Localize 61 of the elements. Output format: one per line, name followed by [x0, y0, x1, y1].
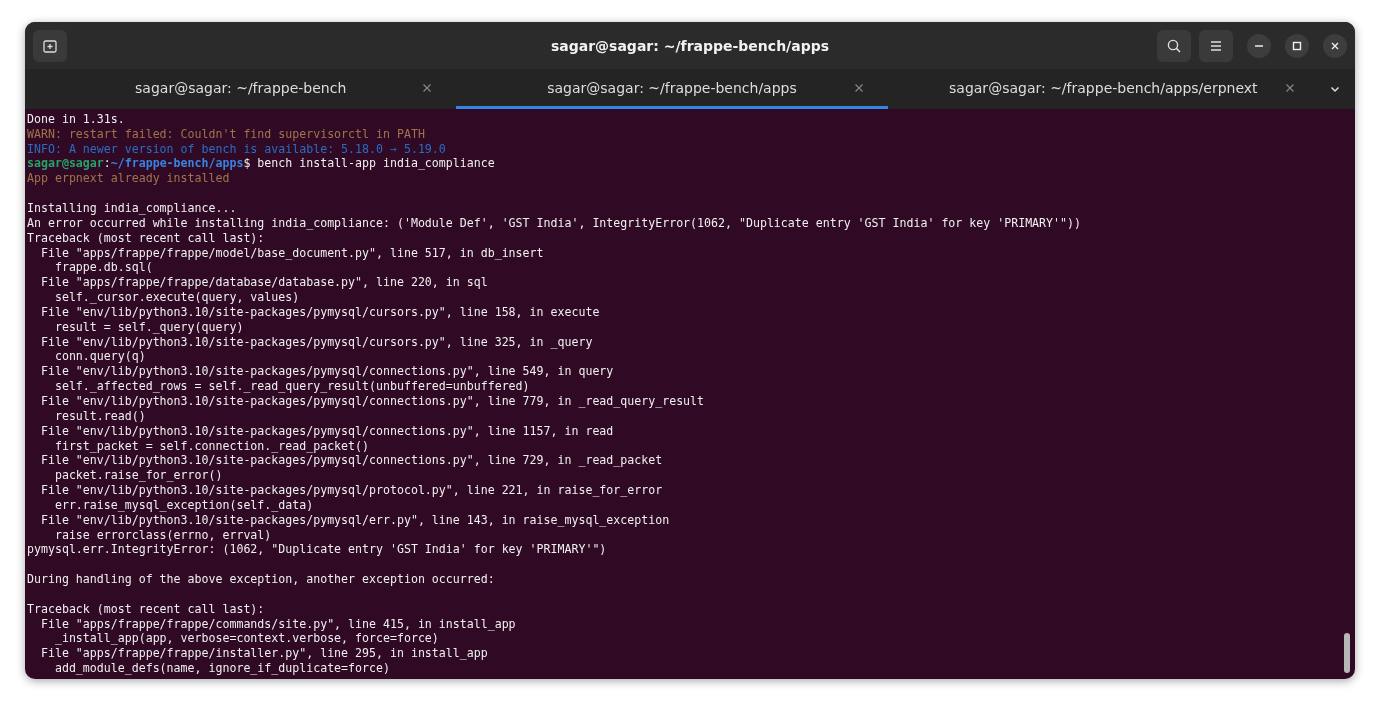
output-line: During handling of the above exception, another exception occurred: — [27, 572, 495, 587]
output-line: raise errorclass(errno, errval) — [53, 527, 272, 542]
minimize-icon — [1255, 44, 1263, 47]
output-line: File "env/lib/python3.10/site-packages/pymysql/connections.py", line 1157, in read — [39, 423, 614, 438]
output-line: add_module_defs(name, ignore_if_duplicate=force) — [53, 661, 390, 676]
output-line: File "env/lib/python3.10/site-packages/pymysql/cursors.py", line 158, in execute — [39, 304, 600, 319]
output-line: _install_app(app, verbose=context.verbose, force=force) — [53, 631, 439, 646]
output-line: File "apps/frappe/frappe/installer.py", line 295, in install_app — [39, 646, 488, 661]
output-line: File "env/lib/python3.10/site-packages/pymysql/connections.py", line 779, in _read_query_result — [39, 393, 705, 408]
output-line: err.raise_mysql_exception(self._data) — [53, 497, 314, 512]
menu-button[interactable] — [1199, 29, 1233, 62]
output-line: Done in 1.31s. — [27, 111, 125, 126]
menu-icon — [1209, 38, 1223, 53]
output-line: File "apps/frappe/frappe/database/database.py", line 220, in sql — [39, 275, 488, 290]
tab-close-icon[interactable] — [853, 82, 864, 93]
prompt-command: $ bench install-app india_compliance — [243, 156, 495, 171]
output-line: Installing india_compliance... — [27, 201, 237, 215]
output-line: first_packet = self.connection._read_packet() — [53, 438, 370, 453]
new-tab-button[interactable] — [33, 29, 67, 62]
maximize-button[interactable] — [1285, 33, 1309, 58]
output-line: Traceback (most recent call last): — [27, 230, 265, 245]
output-line: Traceback (most recent call last): — [27, 601, 265, 616]
new-tab-icon — [42, 37, 58, 54]
output-line: packet.raise_for_error() — [53, 468, 223, 483]
output-line: WARN: restart failed: Couldn't find supervisorctl in PATH — [27, 126, 425, 141]
output-line: File "apps/frappe/frappe/commands/site.py", line 415, in install_app — [39, 616, 516, 631]
output-line: self._affected_rows = self._read_query_result(unbuffered=unbuffered) — [53, 379, 530, 394]
output-line: File "env/lib/python3.10/site-packages/pymysql/cursors.py", line 325, in _query — [39, 334, 593, 349]
tab-label: sagar@sagar: ~/frappe-bench/apps/erpnext — [949, 79, 1258, 96]
tab-close-icon[interactable] — [422, 82, 433, 93]
tab-label: sagar@sagar: ~/frappe-bench/apps — [547, 79, 797, 96]
output-line: File "env/lib/python3.10/site-packages/pymysql/connections.py", line 549, in query — [39, 364, 614, 379]
output-line: An error occurred while installing india_compliance: ('Module Def', 'GST India', IntegrityError(1062, "Duplicate entry 'GST India' for key 'PRIMARY'")) — [27, 215, 1081, 230]
close-icon — [1330, 40, 1340, 51]
terminal-tab[interactable]: sagar@sagar: ~/frappe-bench/apps — [456, 69, 888, 109]
scrollbar-thumb[interactable] — [1344, 633, 1350, 673]
close-button[interactable] — [1323, 33, 1347, 58]
output-line: INFO: A newer version of bench is available: 5.18.0 → 5.19.0 — [27, 141, 446, 156]
output-line: File "apps/frappe/frappe/model/base_document.py", line 517, in db_insert — [39, 245, 544, 260]
output-line: result = self._query(query) — [53, 319, 244, 334]
prompt-path: ~/frappe-bench/apps — [110, 156, 244, 171]
output-line: self._cursor.execute(query, values) — [53, 290, 300, 305]
window-title: sagar@sagar: ~/frappe-bench/apps — [550, 37, 830, 54]
maximize-icon — [1292, 40, 1302, 51]
tab-label: sagar@sagar: ~/frappe-bench — [135, 79, 347, 96]
terminal-tab[interactable]: sagar@sagar: ~/frappe-bench — [25, 69, 457, 109]
minimize-button[interactable] — [1247, 33, 1271, 58]
output-line: App erpnext already installed — [27, 171, 230, 186]
output-line: File "env/lib/python3.10/site-packages/pymysql/connections.py", line 729, in _read_packet — [39, 453, 663, 468]
output-line: conn.query(q) — [53, 349, 146, 364]
prompt-separator: : — [103, 156, 111, 171]
search-button[interactable] — [1157, 29, 1191, 62]
output-line: frappe.db.sql( — [53, 260, 153, 275]
terminal-tab[interactable]: sagar@sagar: ~/frappe-bench/apps/erpnext — [887, 69, 1319, 109]
search-icon — [1166, 37, 1182, 54]
tab-close-icon[interactable] — [1285, 82, 1295, 93]
prompt-user: sagar@sagar — [27, 156, 104, 171]
output-line: File "env/lib/python3.10/site-packages/pymysql/protocol.py", line 221, in raise_for_error — [39, 483, 663, 498]
output-line: File "env/lib/python3.10/site-packages/pymysql/err.py", line 143, in raise_mysql_exception — [39, 512, 670, 527]
output-line: pymysql.err.IntegrityError: (1062, "Duplicate entry 'GST India' for key 'PRIMARY'") — [27, 542, 607, 557]
output-line: result.read() — [53, 408, 146, 423]
